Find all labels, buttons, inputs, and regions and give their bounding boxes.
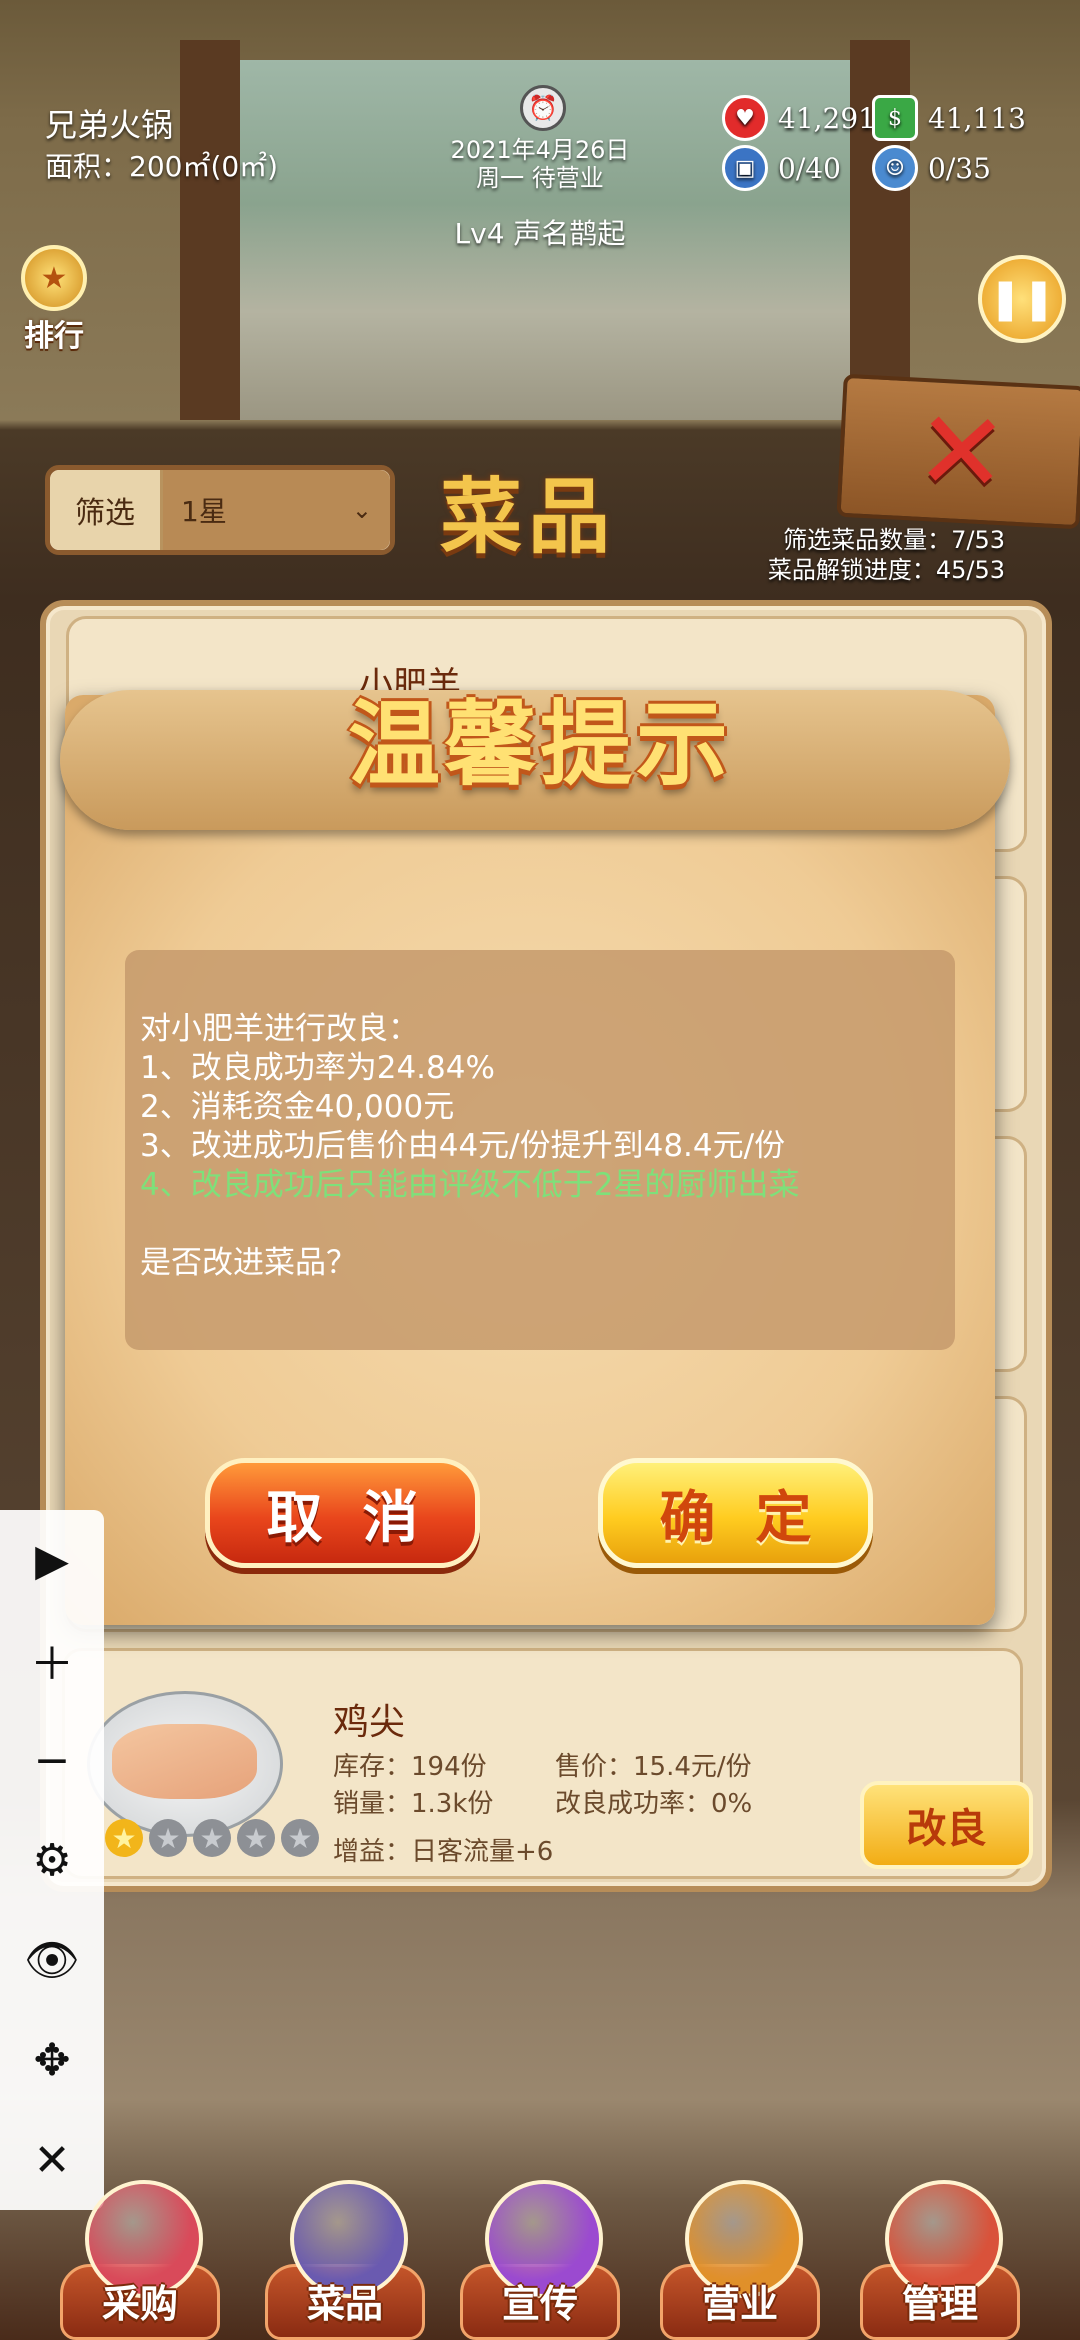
nav-label: 宣传 — [501, 2281, 578, 2326]
pause-icon: ❚❚ — [988, 276, 1056, 322]
star-icon: ★ — [193, 1819, 231, 1857]
zoom-in-icon[interactable]: ＋ — [0, 1615, 104, 1705]
shop-level: Lv4 声名鹊起 — [454, 217, 626, 250]
floating-toolbar: ▶ ＋ − ⚙ 👁 ✥ ✕ — [0, 1510, 104, 2210]
nav-business[interactable]: 营业 — [660, 2180, 820, 2340]
star-icon: ★ — [237, 1819, 275, 1857]
staff-icon: ☺ — [872, 145, 918, 191]
star-icon: ★ — [281, 1819, 319, 1857]
staff-value: 0/35 — [928, 151, 991, 185]
close-sign-button[interactable]: ✕ — [836, 373, 1080, 530]
cash-icon: $ — [872, 95, 918, 141]
dish-bonus: 增益：日客流量+6 — [333, 1837, 554, 1867]
dish-image — [87, 1691, 283, 1837]
stock-value: 0/40 — [778, 151, 841, 185]
door-pillar-left — [180, 40, 240, 420]
filter-select[interactable]: 1星 ⌄ — [163, 470, 390, 550]
unlock-progress: 菜品解锁进度：45/53 — [767, 556, 1005, 584]
dish-name: 鸡尖 — [333, 1702, 406, 1743]
rank-label: 排行 — [24, 319, 84, 354]
page-title: 菜品 — [440, 469, 617, 565]
nav-label: 采购 — [101, 2281, 178, 2326]
confirm-button[interactable]: 确定 — [598, 1458, 873, 1568]
improve-button[interactable]: 改良 — [860, 1781, 1033, 1869]
heart-icon: ♥ — [722, 95, 768, 141]
close-x-icon: ✕ — [912, 385, 1011, 518]
shop-name: 兄弟火锅 — [45, 106, 174, 144]
dish-success-rate: 改良成功率：0% — [555, 1789, 753, 1819]
chevron-down-icon: ⌄ — [351, 496, 372, 524]
message-line-highlight: 4、改良成功后只能由评级不低于2星的厨师出菜 — [140, 1167, 800, 1203]
staff-counter[interactable]: ☺ 0/35 — [872, 145, 991, 191]
rank-button[interactable]: ★ 排行 — [14, 245, 94, 354]
dish-stock: 库存：194份 — [333, 1752, 487, 1782]
game-status: 周一 待营业 — [476, 164, 604, 192]
nav-management[interactable]: 管理 — [860, 2180, 1020, 2340]
star-rating: ★ ★ ★ ★ ★ — [105, 1819, 319, 1857]
filter-label: 筛选 — [50, 470, 163, 550]
move-icon[interactable]: ✥ — [0, 2015, 104, 2105]
shop-area: 面积：200㎡(0㎡) — [45, 150, 279, 183]
star-medal-icon: ★ — [21, 245, 87, 311]
filter-dropdown[interactable]: 筛选 1星 ⌄ — [45, 465, 395, 555]
filter-value: 1星 — [181, 495, 227, 528]
zoom-out-icon[interactable]: − — [0, 1715, 104, 1805]
message-line: 对小肥羊进行改良： — [140, 1011, 419, 1047]
dialog-message: 对小肥羊进行改良： 1、改良成功率为24.84% 2、消耗资金40,000元 3… — [140, 1010, 940, 1283]
message-line: 2、消耗资金40,000元 — [140, 1089, 455, 1125]
hearts-value: 41,291 — [778, 101, 876, 135]
box-icon: ▣ — [722, 145, 768, 191]
dish-price: 售价：15.4元/份 — [555, 1752, 752, 1782]
pause-button[interactable]: ❚❚ — [978, 255, 1066, 343]
bottom-nav: 采购 菜品 宣传 营业 管理 — [0, 2180, 1080, 2340]
message-line-spacer — [140, 1205, 940, 1244]
stock-counter[interactable]: ▣ 0/40 — [722, 145, 841, 191]
dish-sales: 销量：1.3k份 — [333, 1789, 494, 1819]
cancel-button[interactable]: 取消 — [205, 1458, 480, 1568]
nav-promotion[interactable]: 宣传 — [460, 2180, 620, 2340]
dialog-title: 温馨提示 — [347, 690, 732, 798]
nav-label: 菜品 — [306, 2281, 383, 2326]
message-line: 3、改进成功后售价由44元/份提升到48.4元/份 — [140, 1128, 786, 1164]
star-icon: ★ — [105, 1819, 143, 1857]
gear-icon[interactable]: ⚙ — [0, 1815, 104, 1905]
alarm-clock-icon: ⏰ — [520, 85, 566, 131]
nav-purchase[interactable]: 采购 — [60, 2180, 220, 2340]
star-icon: ★ — [149, 1819, 187, 1857]
message-question: 是否改进菜品？ — [140, 1245, 357, 1281]
nav-label: 营业 — [701, 2281, 778, 2326]
message-line: 1、改良成功率为24.84% — [140, 1050, 495, 1086]
cash-value: 41,113 — [928, 101, 1026, 135]
hearts-counter[interactable]: ♥ 41,291 — [722, 95, 876, 141]
play-icon[interactable]: ▶ — [0, 1515, 104, 1605]
nav-label: 管理 — [901, 2281, 978, 2326]
dish-card-jijian[interactable]: ★ ★ ★ ★ ★ 鸡尖 库存：194份 售价：15.4元/份 销量：1.3k份… — [62, 1648, 1033, 1879]
eye-icon[interactable]: 👁 — [0, 1915, 104, 2005]
cash-counter[interactable]: $ 41,113 — [872, 95, 1026, 141]
nav-dishes[interactable]: 菜品 — [265, 2180, 425, 2340]
